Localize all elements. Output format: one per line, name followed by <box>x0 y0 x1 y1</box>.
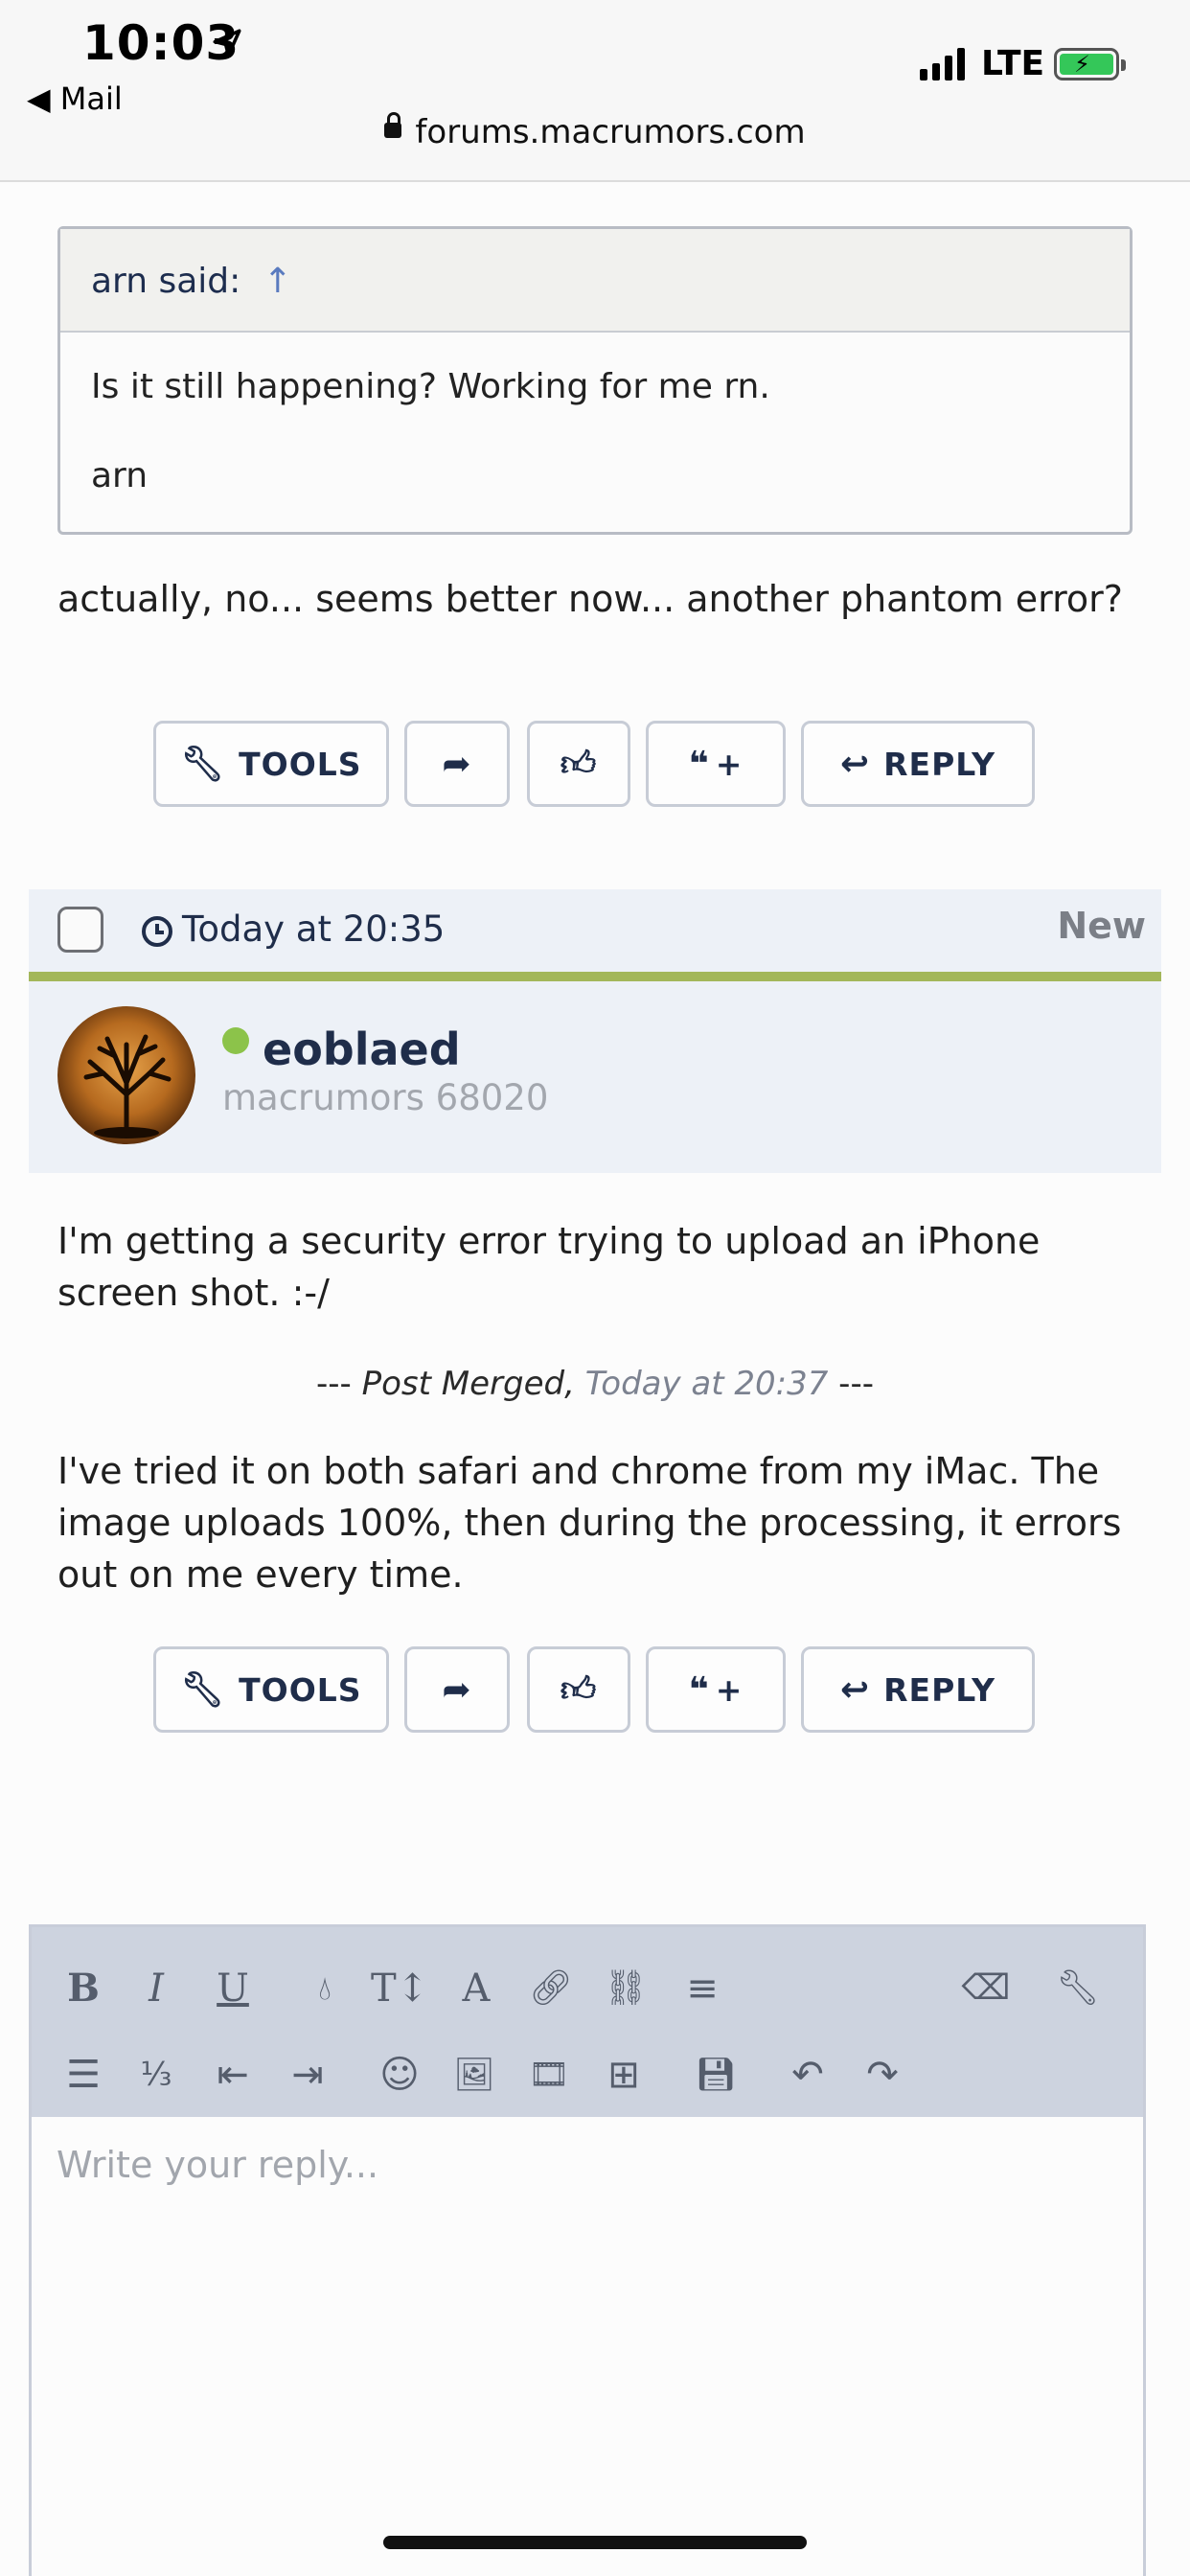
like-button[interactable]: 👍︎ <box>527 1646 630 1733</box>
share-arrow-icon: ➦ <box>442 744 472 784</box>
tree-avatar-icon <box>83 1034 172 1138</box>
quote-icon: ❝ <box>688 744 710 784</box>
avatar[interactable] <box>57 1006 195 1144</box>
network-type: LTE <box>981 44 1045 83</box>
home-indicator[interactable] <box>383 2536 807 2549</box>
share-button[interactable]: ➦ <box>404 721 510 807</box>
lock-icon <box>384 111 402 138</box>
insert-icon[interactable]: ⊞ <box>595 2046 652 2104</box>
font-size-icon[interactable]: T↕ <box>371 1960 428 2017</box>
reply-input[interactable]: Write your reply... <box>57 2144 378 2186</box>
reply-arrow-icon: ↩ <box>839 744 871 784</box>
quote-icon: ❝ <box>688 1669 710 1710</box>
quote-text: Is it still happening? Working for me rn… <box>91 367 770 406</box>
underline-icon[interactable]: U <box>204 1960 262 2017</box>
quote-body: Is it still happening? Working for me rn… <box>60 333 1130 532</box>
clock-icon <box>142 916 172 947</box>
font-family-icon[interactable]: A <box>447 1960 505 2017</box>
post-merged-notice: --- Post Merged, Today at 20:37 --- <box>315 1365 874 1403</box>
editor-toolbar: B I U 💧︎ T↕ A 🔗︎ ⛓ ≡ ⌫ 🔧︎ ☰ ⅓ ⇤ ⇥ ☺ 🖼︎ 🎞… <box>32 1927 1143 2117</box>
undo-icon[interactable]: ↶ <box>779 2046 836 2104</box>
redo-icon[interactable]: ↷ <box>854 2046 911 2104</box>
quote-author: arn said: <box>91 262 241 301</box>
reply-arrow-icon: ↩ <box>839 1669 871 1710</box>
post-message: actually, no... seems better now... anot… <box>57 578 1123 620</box>
share-button[interactable]: ➦ <box>404 1646 510 1733</box>
like-button[interactable]: 👍︎ <box>527 721 630 807</box>
quote-block: arn said: ↑ Is it still happening? Worki… <box>57 226 1133 535</box>
share-arrow-icon: ➦ <box>442 1669 472 1710</box>
numbered-list-icon[interactable]: ⅓ <box>127 2046 185 2104</box>
bullet-list-icon[interactable]: ☰ <box>55 2046 112 2104</box>
multi-quote-button[interactable]: ❝ + <box>646 1646 786 1733</box>
battery-icon: ⚡ <box>1054 48 1126 80</box>
wrench-icon: 🔧︎ <box>180 745 226 784</box>
wrench-icon[interactable]: 🔧︎ <box>1049 1960 1107 2017</box>
italic-icon[interactable]: I <box>127 1960 185 2017</box>
smiley-icon[interactable]: ☺ <box>371 2046 428 2104</box>
outdent-icon[interactable]: ⇤ <box>204 2046 262 2104</box>
media-icon[interactable]: 🎞︎ <box>520 2046 578 2104</box>
online-status-dot <box>222 1027 249 1054</box>
new-badge: New <box>1057 905 1146 947</box>
post-header: Today at 20:35 New <box>29 889 1161 981</box>
link-icon[interactable]: 🔗︎ <box>522 1960 580 2017</box>
thumbs-up-icon: 👍︎ <box>560 745 598 784</box>
user-info-bar: eoblaed macrumors 68020 <box>29 981 1161 1173</box>
username-link[interactable]: eoblaed <box>263 1024 461 1075</box>
wrench-icon: 🔧︎ <box>180 1670 226 1710</box>
image-icon[interactable]: 🖼︎ <box>446 2046 503 2104</box>
back-to-mail-link[interactable]: ◀ Mail <box>27 80 123 117</box>
location-arrow-icon <box>213 29 241 58</box>
cellular-signal-icon <box>920 48 965 80</box>
address-bar[interactable]: forums.macrumors.com <box>0 111 1190 151</box>
save-draft-icon[interactable]: 💾︎ <box>687 2046 744 2104</box>
quote-header: arn said: ↑ <box>60 229 1130 333</box>
post-message: I've tried it on both safari and chrome … <box>57 1450 1122 1596</box>
reply-button[interactable]: ↩ REPLY <box>801 1646 1035 1733</box>
post-message: I'm getting a security error trying to u… <box>57 1220 1041 1314</box>
multi-quote-button[interactable]: ❝ + <box>646 721 786 807</box>
reply-button[interactable]: ↩ REPLY <box>801 721 1035 807</box>
align-icon[interactable]: ≡ <box>674 1960 731 2017</box>
bold-icon[interactable]: B <box>55 1960 112 2017</box>
tools-button[interactable]: 🔧︎ TOOLS <box>153 721 389 807</box>
eraser-icon[interactable]: ⌫ <box>957 1960 1015 2017</box>
thumbs-up-icon: 👍︎ <box>560 1670 598 1710</box>
tools-button[interactable]: 🔧︎ TOOLS <box>153 1646 389 1733</box>
status-bar: 10:03 ◀ Mail LTE ⚡ forums.macrumors.com <box>0 0 1190 182</box>
unlink-icon[interactable]: ⛓ <box>597 1960 654 2017</box>
post-timestamp[interactable]: Today at 20:35 <box>182 908 445 950</box>
merge-timestamp[interactable]: Today at 20:37 <box>585 1365 829 1403</box>
jump-to-quote-link[interactable]: ↑ <box>263 262 292 301</box>
quote-signature: arn <box>91 455 149 495</box>
text-color-icon[interactable]: 💧︎ <box>296 1960 354 2017</box>
user-title: macrumors 68020 <box>222 1077 549 1118</box>
url-text: forums.macrumors.com <box>415 113 806 151</box>
indent-icon[interactable]: ⇥ <box>279 2046 336 2104</box>
select-post-checkbox[interactable] <box>57 907 103 953</box>
reply-editor: B I U 💧︎ T↕ A 🔗︎ ⛓ ≡ ⌫ 🔧︎ ☰ ⅓ ⇤ ⇥ ☺ 🖼︎ 🎞… <box>29 1924 1146 2576</box>
